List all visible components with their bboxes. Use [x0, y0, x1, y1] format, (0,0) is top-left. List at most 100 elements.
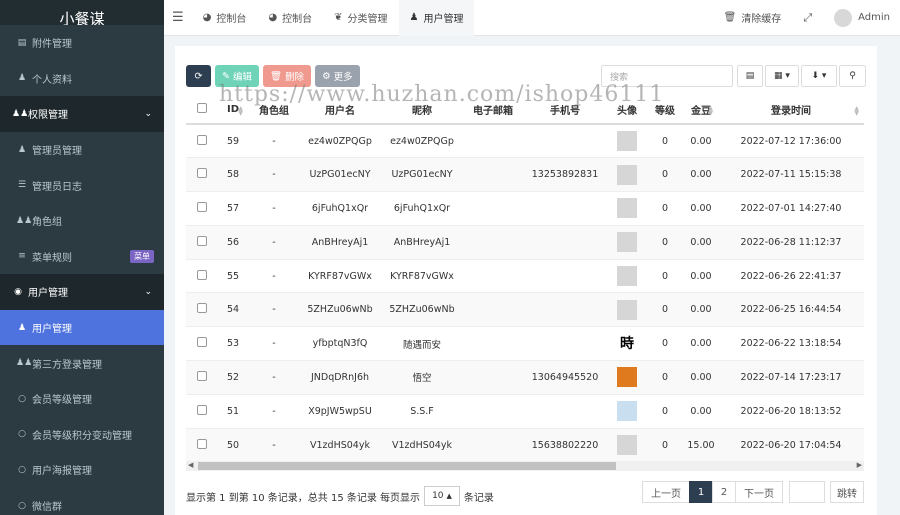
cell-beans: 0.00: [684, 258, 718, 293]
avatar-image[interactable]: [617, 367, 637, 388]
user-menu[interactable]: Admin: [823, 0, 900, 36]
cell-login: 2022-07-12 17:36:00: [718, 123, 864, 158]
users-icon: ♟♟: [12, 108, 29, 119]
avatar-image[interactable]: [617, 164, 637, 185]
sidebar-item[interactable]: ◉ 用户管理 ⌄: [0, 274, 164, 310]
goto-button[interactable]: 跳转: [830, 481, 864, 503]
select-all-checkbox[interactable]: [197, 103, 207, 113]
toggle-view-button[interactable]: ▤: [737, 65, 763, 87]
row-select-cell[interactable]: [186, 393, 218, 429]
tab-category[interactable]: ❦ 分类管理: [323, 0, 398, 36]
row-select-cell[interactable]: [186, 360, 218, 395]
sidebar-item[interactable]: ♟ 个人资料: [0, 60, 164, 97]
avatar-image[interactable]: [617, 232, 637, 253]
page-1-button[interactable]: 1: [689, 481, 713, 503]
sidebar-item[interactable]: ♟ 用户管理: [0, 309, 164, 346]
avatar-image[interactable]: 時: [617, 333, 637, 354]
scrollbar-thumb[interactable]: [198, 462, 616, 470]
cell-id: 57: [218, 191, 248, 226]
row-checkbox[interactable]: [197, 404, 207, 415]
next-page-button[interactable]: 下一页: [735, 481, 783, 503]
col-login-time[interactable]: 登录时间 ▲ ▼: [718, 96, 864, 125]
row-checkbox[interactable]: [197, 269, 207, 280]
avatar-image[interactable]: [617, 131, 637, 152]
horizontal-scrollbar[interactable]: ◀ ▶: [186, 461, 864, 471]
cell-email: [464, 123, 522, 158]
search-button[interactable]: ⚲: [839, 65, 866, 87]
sidebar-item[interactable]: ≡ 菜单规则 菜单: [0, 238, 164, 275]
export-button[interactable]: ⬇ ▾: [801, 65, 837, 87]
avatar-image[interactable]: [617, 435, 637, 456]
avatar-image[interactable]: [617, 401, 637, 422]
prev-page-button[interactable]: 上一页: [642, 481, 690, 503]
refresh-button[interactable]: ⟳: [186, 65, 211, 87]
scroll-left-icon[interactable]: ◀: [188, 461, 193, 469]
cell-nickname: ez4w0ZPQGp: [380, 123, 464, 158]
row-select-cell[interactable]: [186, 292, 218, 327]
avatar-image[interactable]: [617, 198, 637, 219]
cell-role: -: [248, 191, 300, 226]
fullscreen-icon[interactable]: ⤢: [792, 0, 823, 36]
sidebar-item[interactable]: ♟♟ 第三方登录管理: [0, 345, 164, 381]
tab-user-management[interactable]: ♟ 用户管理: [398, 0, 475, 36]
row-checkbox[interactable]: [197, 370, 207, 381]
table-row[interactable]: 50- V1zdHS04yk V1zdHS04yk 15638802220 0 15.00…: [186, 427, 864, 462]
tab-dashboard-2[interactable]: ◕ 控制台: [257, 0, 323, 36]
table-row[interactable]: 59- ez4w0ZPQGp ez4w0ZPQGp 0 0.00 2022-07-12 1…: [186, 123, 864, 158]
delete-label: 删除: [285, 72, 305, 83]
cell-level: 0: [646, 326, 684, 361]
user-name: Admin: [858, 12, 890, 23]
row-select-cell[interactable]: [186, 258, 218, 293]
row-checkbox[interactable]: [197, 337, 207, 348]
page-size-select[interactable]: 10 ▲: [424, 486, 460, 506]
row-select-cell[interactable]: [186, 427, 218, 462]
tab-dashboard-1[interactable]: ◕ 控制台: [192, 0, 258, 36]
sidebar-item[interactable]: ○ 用户海报管理: [0, 452, 164, 488]
table-row[interactable]: 53- yfbptqN3fQ 随遇而安 時 0 0.00 2022-06-22 13:18:…: [186, 326, 864, 361]
avatar-image[interactable]: [617, 266, 637, 287]
sidebar-item[interactable]: ♟ 管理员管理: [0, 131, 164, 168]
clear-cache-button[interactable]: 🗑 清除缓存: [713, 0, 793, 36]
table-row[interactable]: 55- KYRF87vGWx KYRF87vGWx 0 0.00 2022-06-26 2…: [186, 258, 864, 293]
sidebar-item[interactable]: ♟♟ 角色组: [0, 202, 164, 239]
menu-badge: 菜单: [130, 249, 154, 263]
goto-page-input[interactable]: [789, 481, 825, 503]
cell-id: 53: [218, 326, 248, 361]
table-row[interactable]: 56- AnBHreyAj1 AnBHreyAj1 0 0.00 2022-06-28 1…: [186, 224, 864, 260]
sidebar-item[interactable]: ▤ 附件管理: [0, 25, 164, 61]
cell-id: 55: [218, 258, 248, 293]
table-row[interactable]: 58- UzPG01ecNY UzPG01ecNY 13253892831 0 0.00 2…: [186, 157, 864, 192]
col-beans[interactable]: 金豆 ▲ ▼: [684, 96, 718, 125]
row-checkbox[interactable]: [197, 235, 207, 246]
cell-avatar: 時: [608, 326, 646, 361]
sidebar-item[interactable]: ○ 会员等级积分变动管理: [0, 416, 164, 453]
sidebar-item-label: 用户海报管理: [32, 466, 92, 478]
columns-button[interactable]: ▦ ▾: [765, 65, 799, 87]
row-select-cell[interactable]: [186, 326, 218, 361]
row-select-cell[interactable]: [186, 224, 218, 260]
table-row[interactable]: 54-5ZHZu06wNb 5ZHZu06wNb 0 0.00 2022-06-25 1…: [186, 292, 864, 327]
row-checkbox[interactable]: [197, 201, 207, 212]
table-row[interactable]: 52- JNDqDRnJ6h 悟空 13064945520 0 0.00 2022-07-1…: [186, 360, 864, 395]
avatar-image[interactable]: [617, 299, 637, 320]
table-row[interactable]: 51- X9pJW5wpSU S.S.F 0 0.00 2022-06-20 18:13:…: [186, 393, 864, 429]
row-checkbox[interactable]: [197, 303, 207, 314]
row-select-cell[interactable]: [186, 123, 218, 158]
scroll-right-icon[interactable]: ▶: [857, 461, 862, 469]
sidebar-item[interactable]: ○ 微信群: [0, 487, 164, 515]
row-checkbox[interactable]: [197, 134, 207, 145]
table-row[interactable]: 57-6jFuhQ1xQr 6jFuhQ1xQr 0 0.00 2022-07-01 1…: [186, 191, 864, 226]
row-select-cell[interactable]: [186, 191, 218, 226]
sidebar-item[interactable]: ♟♟ 权限管理 ⌄: [0, 96, 164, 132]
row-checkbox[interactable]: [197, 438, 207, 449]
sidebar-item-label: 第三方登录管理: [32, 359, 102, 371]
row-select-cell[interactable]: [186, 157, 218, 192]
page-2-button[interactable]: 2: [712, 481, 736, 503]
sidebar-item[interactable]: ○ 会员等级管理: [0, 380, 164, 417]
cell-login: 2022-06-20 18:13:52: [718, 393, 864, 429]
menu-toggle-icon[interactable]: ☰: [164, 0, 192, 36]
select-all-cell[interactable]: [186, 96, 218, 125]
sidebar-item[interactable]: ☰ 管理员日志: [0, 167, 164, 203]
row-checkbox[interactable]: [197, 168, 207, 179]
cell-phone: [522, 191, 608, 226]
